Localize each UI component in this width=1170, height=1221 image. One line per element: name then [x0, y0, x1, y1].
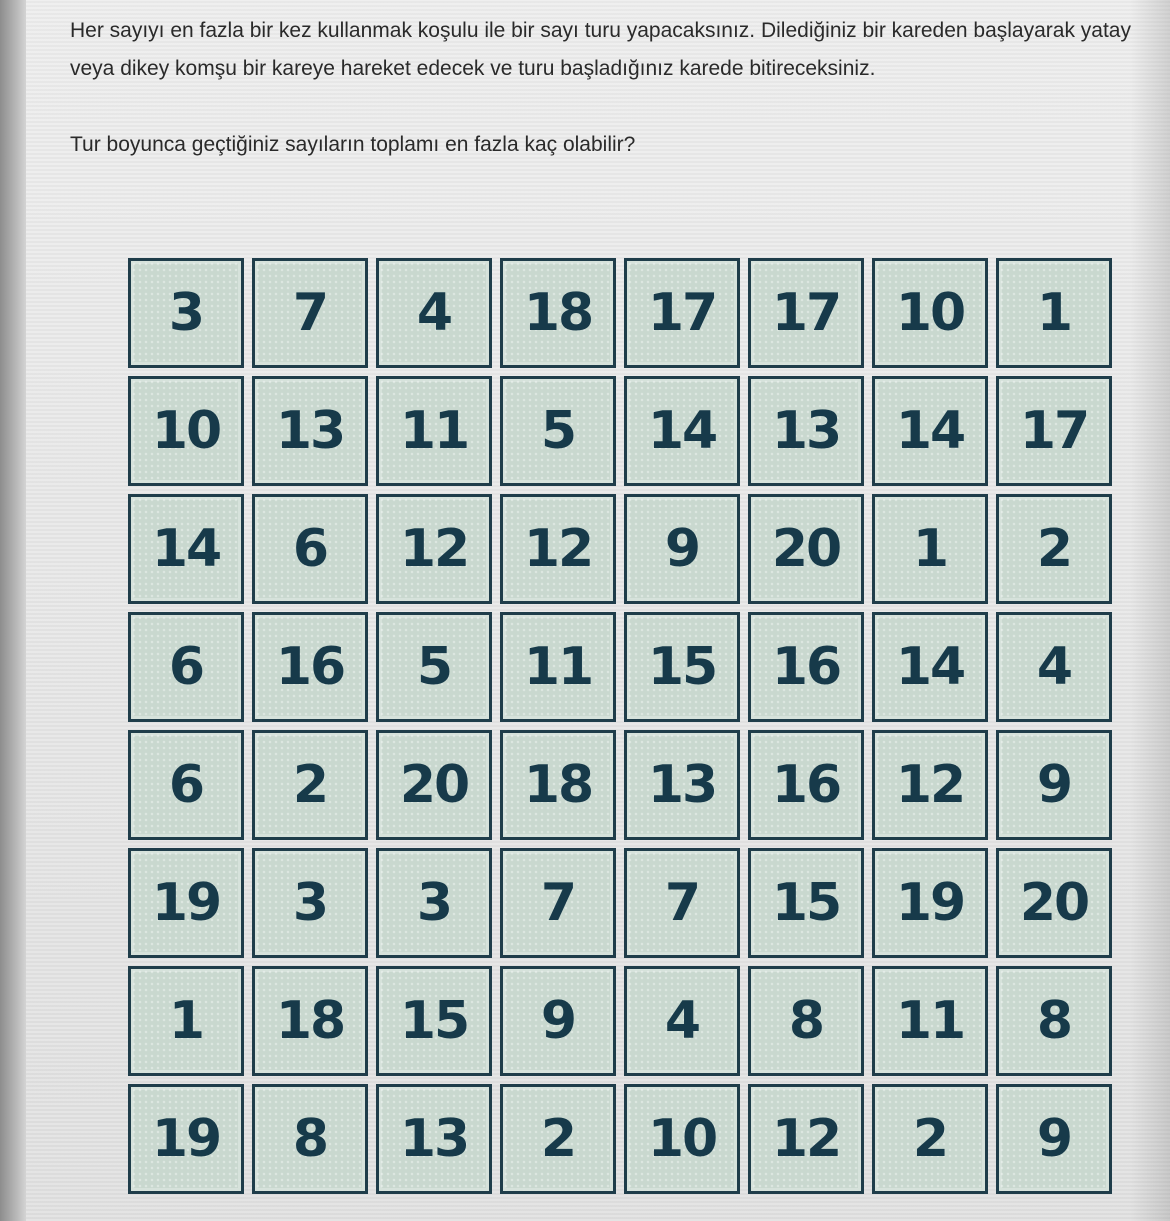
grid-cell: 12 — [872, 730, 988, 840]
grid-cell: 13 — [624, 730, 740, 840]
grid-cell: 1 — [996, 258, 1112, 368]
grid-cell: 13 — [376, 1084, 492, 1194]
grid-cell: 15 — [624, 612, 740, 722]
question-instructions: Her sayıyı en fazla bir kez kullanmak ko… — [70, 19, 1131, 80]
grid-cell: 4 — [996, 612, 1112, 722]
grid-cell: 9 — [500, 966, 616, 1076]
grid-cell: 14 — [128, 494, 244, 604]
grid-cell: 10 — [128, 376, 244, 486]
screen-shadow — [1130, 0, 1170, 1221]
grid-cell: 5 — [500, 376, 616, 486]
grid-cell: 16 — [748, 730, 864, 840]
grid-cell: 10 — [624, 1084, 740, 1194]
grid-cell: 9 — [624, 494, 740, 604]
grid-cell: 14 — [624, 376, 740, 486]
grid-cell: 15 — [748, 848, 864, 958]
grid-cell: 2 — [500, 1084, 616, 1194]
grid-cell: 6 — [128, 612, 244, 722]
grid-cell: 7 — [624, 848, 740, 958]
grid-cell: 16 — [252, 612, 368, 722]
grid-cell: 3 — [252, 848, 368, 958]
grid-cell: 17 — [624, 258, 740, 368]
grid-cell: 6 — [252, 494, 368, 604]
grid-cell: 17 — [748, 258, 864, 368]
grid-cell: 14 — [872, 376, 988, 486]
grid-cell: 12 — [376, 494, 492, 604]
grid-cell: 11 — [500, 612, 616, 722]
grid-cell: 20 — [748, 494, 864, 604]
grid-cell: 13 — [252, 376, 368, 486]
grid-cell: 19 — [128, 1084, 244, 1194]
grid-cell: 8 — [996, 966, 1112, 1076]
grid-cell: 12 — [500, 494, 616, 604]
grid-cell: 8 — [748, 966, 864, 1076]
grid-cell: 10 — [872, 258, 988, 368]
question-prompt: Tur boyunca geçtiğiniz sayıların toplamı… — [70, 133, 636, 156]
grid-cell: 4 — [376, 258, 492, 368]
number-grid: 3 7 4 18 17 17 10 1 10 13 11 5 14 13 14 17 14 6 12 12 9 20 1 2 6… — [128, 258, 1112, 1198]
grid-cell: 9 — [996, 730, 1112, 840]
grid-cell: 13 — [748, 376, 864, 486]
grid-cell: 12 — [748, 1084, 864, 1194]
grid-cell: 7 — [500, 848, 616, 958]
grid-cell: 4 — [624, 966, 740, 1076]
grid-cell: 20 — [996, 848, 1112, 958]
grid-cell: 16 — [748, 612, 864, 722]
grid-cell: 8 — [252, 1084, 368, 1194]
grid-cell: 1 — [872, 494, 988, 604]
grid-cell: 2 — [872, 1084, 988, 1194]
grid-cell: 11 — [872, 966, 988, 1076]
grid-cell: 20 — [376, 730, 492, 840]
grid-cell: 19 — [872, 848, 988, 958]
grid-cell: 3 — [128, 258, 244, 368]
grid-cell: 2 — [996, 494, 1112, 604]
grid-cell: 9 — [996, 1084, 1112, 1194]
grid-cell: 2 — [252, 730, 368, 840]
grid-cell: 3 — [376, 848, 492, 958]
grid-cell: 15 — [376, 966, 492, 1076]
question-text: Her sayıyı en fazla bir kez kullanmak ko… — [70, 12, 1150, 164]
grid-cell: 17 — [996, 376, 1112, 486]
grid-cell: 18 — [500, 258, 616, 368]
grid-cell: 6 — [128, 730, 244, 840]
grid-cell: 18 — [500, 730, 616, 840]
grid-cell: 19 — [128, 848, 244, 958]
grid-cell: 18 — [252, 966, 368, 1076]
grid-cell: 5 — [376, 612, 492, 722]
grid-cell: 14 — [872, 612, 988, 722]
grid-cell: 11 — [376, 376, 492, 486]
grid-cell: 1 — [128, 966, 244, 1076]
grid-cell: 7 — [252, 258, 368, 368]
monitor-bezel — [0, 0, 26, 1221]
